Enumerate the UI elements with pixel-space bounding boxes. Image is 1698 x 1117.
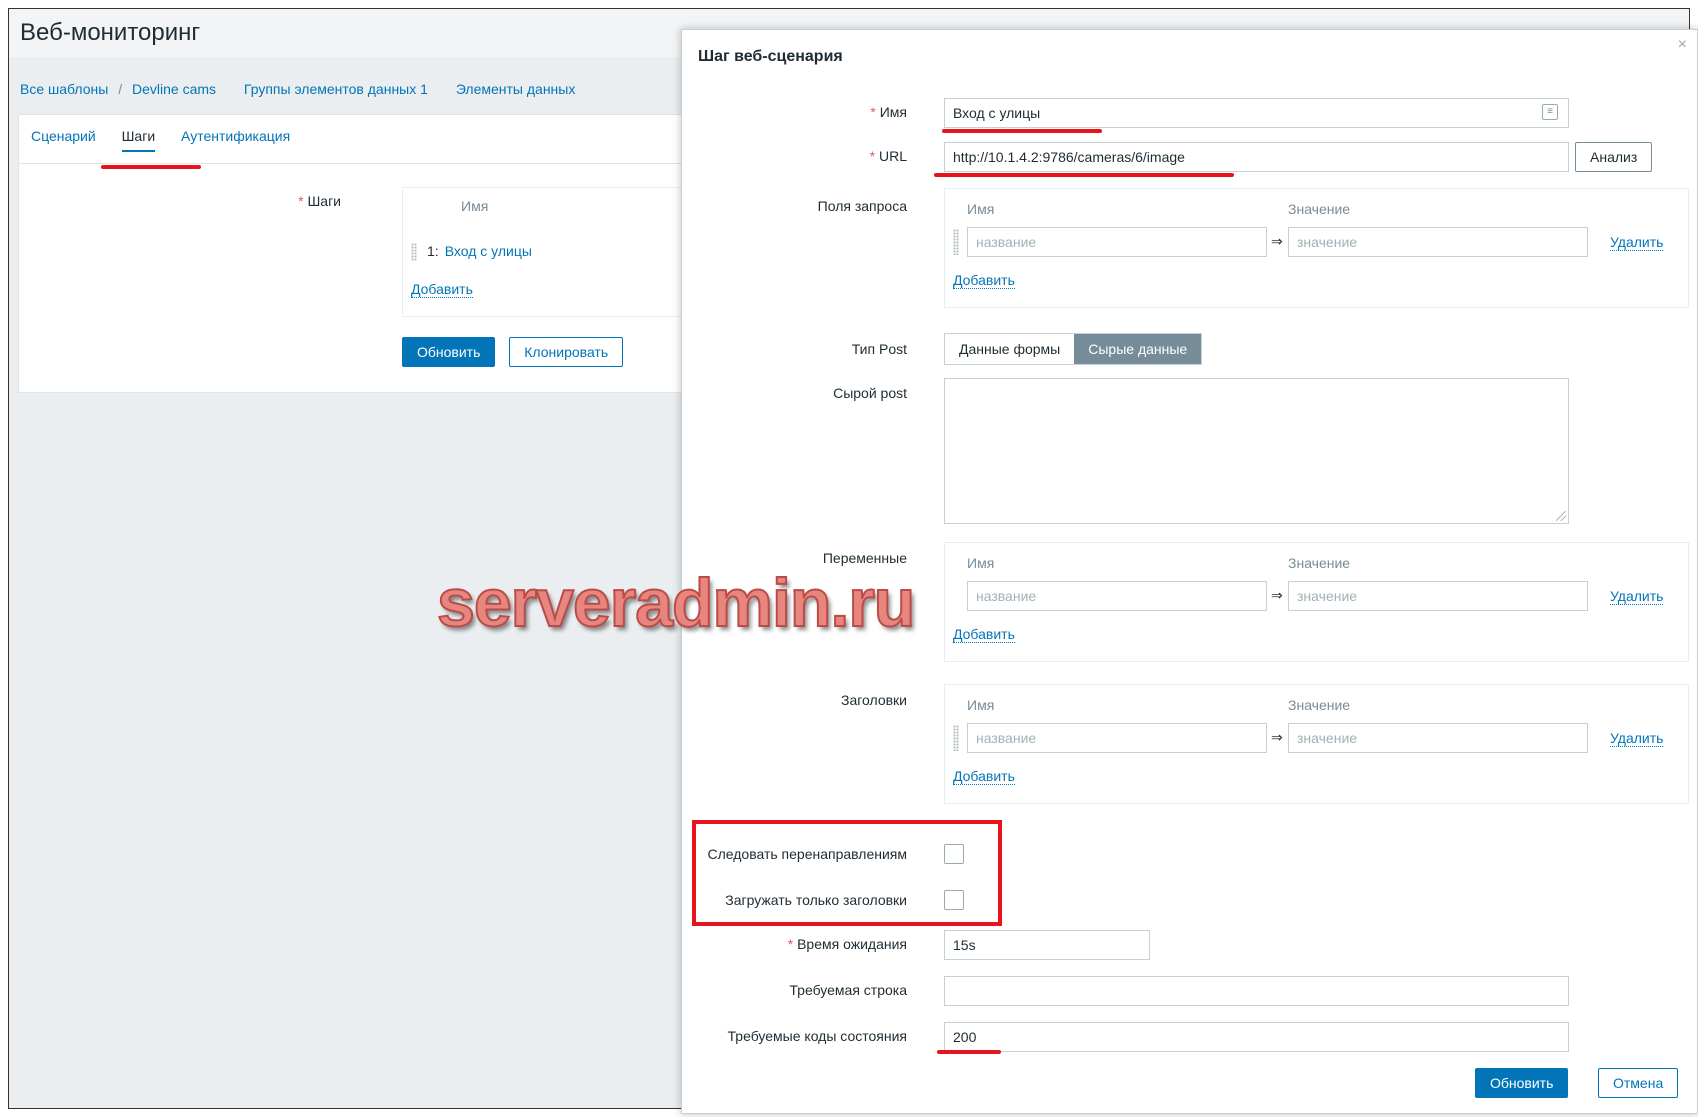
drag-handle-icon[interactable]	[411, 243, 417, 262]
arrow-icon: ⇒	[1271, 587, 1283, 603]
annotation-box-checkboxes	[692, 820, 1002, 926]
query-fields-table: Имя Значение название ⇒ значение Удалить…	[944, 188, 1689, 308]
post-type-raw-data[interactable]: Сырые данные	[1074, 334, 1202, 364]
update-button[interactable]: Обновить	[402, 337, 496, 367]
variable-name-input[interactable]: название	[967, 581, 1267, 611]
arrow-icon: ⇒	[1271, 729, 1283, 745]
breadcrumb-all-templates[interactable]: Все шаблоны	[20, 81, 108, 97]
tab-steps[interactable]: Шаги	[121, 128, 156, 152]
page-title: Веб-мониторинг	[20, 19, 201, 46]
status-codes-label: Требуемые коды состояния	[727, 1028, 907, 1044]
query-col-value: Значение	[1288, 201, 1351, 217]
watermark-text: serveradmin.ru	[436, 564, 916, 642]
url-label: * URL	[869, 148, 907, 164]
breadcrumb-items[interactable]: Элементы данных	[456, 81, 576, 97]
header-value-input[interactable]: значение	[1288, 723, 1588, 753]
headers-label: Заголовки	[840, 692, 907, 708]
steps-column-name: Имя	[461, 198, 489, 214]
annotation-underline-url	[934, 173, 1234, 177]
header-add-link[interactable]: Добавить	[953, 768, 1015, 785]
query-fields-label: Поля запроса	[817, 198, 907, 214]
add-step-link[interactable]: Добавить	[411, 281, 473, 298]
tab-bar: Сценарий Шаги Аутентификация	[31, 128, 312, 152]
breadcrumb-template[interactable]: Devline cams	[132, 81, 216, 97]
annotation-underline-steps-tab	[101, 165, 201, 169]
raw-post-textarea[interactable]	[944, 378, 1569, 524]
query-add-link[interactable]: Добавить	[953, 272, 1015, 289]
name-label: * Имя	[870, 104, 907, 120]
variables-table: Имя Значение название ⇒ значение Удалить…	[944, 542, 1689, 662]
url-field[interactable]: http://10.1.4.2:9786/cameras/6/image	[944, 142, 1569, 172]
step-name-link[interactable]: Вход с улицы	[445, 243, 532, 259]
variables-col-name: Имя	[967, 555, 995, 571]
headers-col-value: Значение	[1288, 697, 1351, 713]
tab-authentication[interactable]: Аутентификация	[181, 128, 290, 150]
status-codes-field[interactable]: 200	[944, 1022, 1569, 1052]
variable-remove-link[interactable]: Удалить	[1610, 588, 1664, 605]
dialog-cancel-button[interactable]: Отмена	[1598, 1068, 1679, 1098]
suggest-icon[interactable]: ≡	[1542, 104, 1558, 120]
headers-table: Имя Значение название ⇒ значение Удалить…	[944, 684, 1689, 804]
tab-scenario[interactable]: Сценарий	[31, 128, 96, 150]
name-field[interactable]: Вход с улицы ≡	[944, 98, 1569, 128]
headers-col-name: Имя	[967, 697, 995, 713]
query-value-input[interactable]: значение	[1288, 227, 1588, 257]
header-name-input[interactable]: название	[967, 723, 1267, 753]
variables-col-value: Значение	[1288, 555, 1351, 571]
drag-handle-icon[interactable]	[953, 229, 959, 255]
steps-table: Имя 1: Вход с улицы Добавить	[402, 187, 704, 317]
raw-post-label: Сырой post	[833, 385, 907, 401]
annotation-underline-name	[942, 129, 1102, 133]
clone-button[interactable]: Клонировать	[509, 337, 624, 367]
post-type-label: Тип Post	[851, 341, 907, 357]
breadcrumb-separator: /	[118, 81, 123, 97]
required-string-label: Требуемая строка	[789, 982, 907, 998]
query-remove-link[interactable]: Удалить	[1610, 234, 1664, 251]
post-type-form-data[interactable]: Данные формы	[945, 334, 1075, 364]
arrow-icon: ⇒	[1271, 233, 1283, 249]
tab-divider	[19, 163, 699, 164]
required-string-field[interactable]	[944, 976, 1569, 1006]
steps-label: * Шаги	[298, 193, 341, 209]
header-remove-link[interactable]: Удалить	[1610, 730, 1664, 747]
variable-value-input[interactable]: значение	[1288, 581, 1588, 611]
panel-button-row: Обновить Клонировать	[402, 337, 624, 367]
resize-grip-icon[interactable]	[1556, 511, 1566, 521]
timeout-field[interactable]: 15s	[944, 930, 1150, 960]
close-icon[interactable]: ×	[1678, 36, 1687, 54]
dialog-title: Шаг веб-сценария	[698, 48, 843, 65]
scenario-panel: Сценарий Шаги Аутентификация * Шаги Имя …	[18, 114, 704, 393]
query-col-name: Имя	[967, 201, 995, 217]
variable-add-link[interactable]: Добавить	[953, 626, 1015, 643]
timeout-label: * Время ожидания	[787, 936, 907, 952]
step-number: 1:	[427, 243, 439, 259]
post-type-toggle: Данные формы Сырые данные	[944, 333, 1203, 365]
app-frame: Веб-мониторинг Все шаблоны / Devline cam…	[8, 8, 1698, 1114]
breadcrumb-item-groups[interactable]: Группы элементов данных 1	[244, 81, 428, 97]
query-name-input[interactable]: название	[967, 227, 1267, 257]
dialog-update-button[interactable]: Обновить	[1475, 1068, 1569, 1098]
drag-handle-icon[interactable]	[953, 725, 959, 751]
parse-button[interactable]: Анализ	[1575, 142, 1653, 172]
table-row: 1: Вход с улицы	[411, 243, 532, 262]
annotation-underline-status	[937, 1050, 1001, 1054]
breadcrumb: Все шаблоны / Devline cams Группы элемен…	[20, 81, 599, 97]
